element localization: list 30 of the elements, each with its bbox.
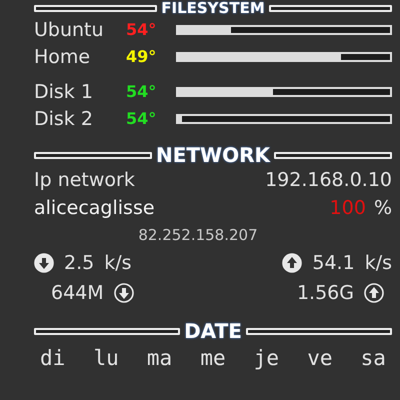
section-title: NETWORK: [156, 145, 270, 165]
total-transfer: 644M: [51, 282, 104, 304]
weekday: sa: [360, 346, 386, 370]
wifi-name: alicecaglisse: [34, 197, 155, 219]
weekday: lu: [93, 346, 119, 370]
speed-value: 54.1: [312, 252, 355, 274]
disk-name: Disk 2: [34, 108, 94, 130]
disk-name: Disk 1: [34, 80, 94, 102]
disk-name: Home: [34, 46, 92, 68]
ip-address: 192.168.0.10: [265, 169, 392, 191]
public-ip: 82.252.158.207: [138, 226, 258, 244]
temperature-reading: 54°: [126, 109, 158, 128]
weekday: je: [254, 346, 280, 370]
weekday: me: [200, 346, 226, 370]
signal-unit: %: [374, 197, 392, 219]
section-title: DATE: [184, 321, 242, 341]
temperature-reading: 49°: [126, 47, 158, 66]
weekday: ma: [146, 346, 172, 370]
speed-unit: k/s: [104, 252, 132, 274]
temperature-reading: 54°: [126, 20, 158, 39]
temperature-reading: 54°: [126, 82, 158, 101]
ip-label: Ip network: [34, 169, 135, 191]
speed-value: 2.5: [64, 252, 94, 274]
signal-value: 100: [330, 197, 366, 219]
section-title: FILESYSTEM: [161, 0, 265, 16]
weekday: ve: [307, 346, 332, 370]
weekday: di: [40, 346, 66, 370]
disk-name: Ubuntu: [34, 18, 105, 40]
speed-unit: k/s: [364, 252, 392, 274]
total-transfer: 1.56G: [296, 282, 354, 304]
